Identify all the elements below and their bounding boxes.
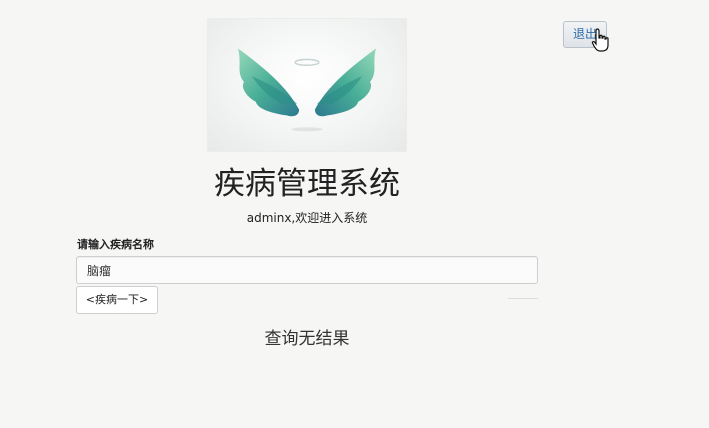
disease-name-label: 请输入疾病名称 [77,238,154,251]
welcome-message: adminx,欢迎进入系统 [246,211,368,225]
hand-cursor-icon [591,28,609,52]
angel-wings-icon [238,48,376,132]
app-logo [207,18,407,152]
divider [508,298,538,299]
page-title: 疾病管理系统 [214,166,400,202]
search-disease-button[interactable]: <疾病一下> [76,286,158,314]
disease-search-input[interactable] [76,256,538,284]
search-result-message: 查询无结果 [264,329,350,349]
